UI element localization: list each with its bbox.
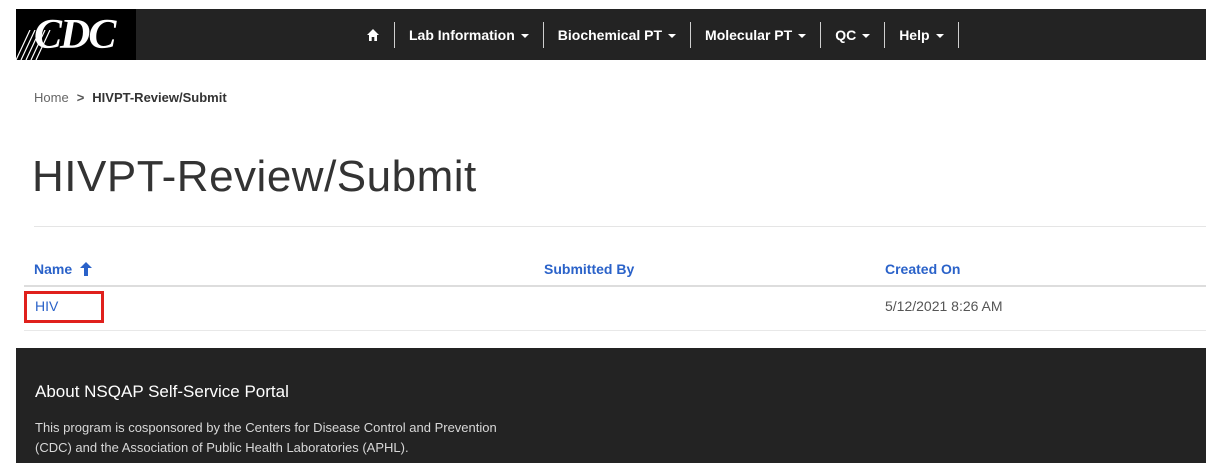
breadcrumb-separator: > <box>76 90 85 105</box>
nav-molecular-pt[interactable]: Molecular PT <box>691 9 820 60</box>
nav-label: Lab Information <box>409 26 515 43</box>
footer-title: About NSQAP Self-Service Portal <box>35 382 289 401</box>
caret-down-icon <box>668 33 677 38</box>
footer-text-line: This program is cosponsored by the Cente… <box>35 420 497 435</box>
footer-description: This program is cosponsored by the Cente… <box>35 418 615 458</box>
title-divider <box>34 226 1206 227</box>
caret-down-icon <box>862 33 871 38</box>
footer-text-line: (CDC) and the Association of Public Heal… <box>35 440 409 455</box>
cdc-logo[interactable]: CDC <box>16 9 136 60</box>
nav-label: QC <box>835 26 857 43</box>
nav-home[interactable] <box>352 9 394 60</box>
nav-help[interactable]: Help <box>885 9 957 60</box>
column-header-label: Created On <box>885 261 961 277</box>
nav-label: Help <box>899 26 930 43</box>
column-header-name[interactable]: Name <box>34 261 93 277</box>
page-title: HIVPT-Review/Submit <box>32 152 477 201</box>
column-header-label: Submitted By <box>544 261 635 277</box>
nav-label: Molecular PT <box>705 26 793 43</box>
nav-lab-information[interactable]: Lab Information <box>395 9 543 60</box>
column-header-submitted-by[interactable]: Submitted By <box>544 261 634 277</box>
nav-qc[interactable]: QC <box>821 9 884 60</box>
breadcrumb: Home > HIVPT-Review/Submit <box>34 90 227 105</box>
nav-biochemical-pt[interactable]: Biochemical PT <box>544 9 690 60</box>
caret-down-icon <box>520 33 529 38</box>
nav-divider <box>957 21 959 48</box>
column-header-label: Name <box>34 261 73 277</box>
top-header: CDC Lab Information Biochemical PT Molec… <box>0 0 1206 70</box>
row-name-link[interactable]: HIV <box>35 298 58 314</box>
nav-label: Biochemical PT <box>557 26 663 43</box>
submissions-table: Name Submitted By Created On HIV 5/12/20… <box>24 253 1206 331</box>
column-header-created-on[interactable]: Created On <box>885 261 960 277</box>
table-header: Name Submitted By Created On <box>24 253 1206 287</box>
arrow-up-icon <box>80 262 93 276</box>
row-created-on: 5/12/2021 8:26 AM <box>885 298 1003 314</box>
logo-text: CDC <box>34 12 116 58</box>
table-row: HIV 5/12/2021 8:26 AM <box>24 287 1206 331</box>
home-icon <box>367 28 379 41</box>
caret-down-icon <box>935 33 944 38</box>
breadcrumb-home-link[interactable]: Home <box>34 90 69 105</box>
footer: About NSQAP Self-Service Portal This pro… <box>16 348 1206 463</box>
breadcrumb-current: HIVPT-Review/Submit <box>92 90 227 105</box>
main-nav: Lab Information Biochemical PT Molecular… <box>352 9 959 60</box>
caret-down-icon <box>798 33 807 38</box>
